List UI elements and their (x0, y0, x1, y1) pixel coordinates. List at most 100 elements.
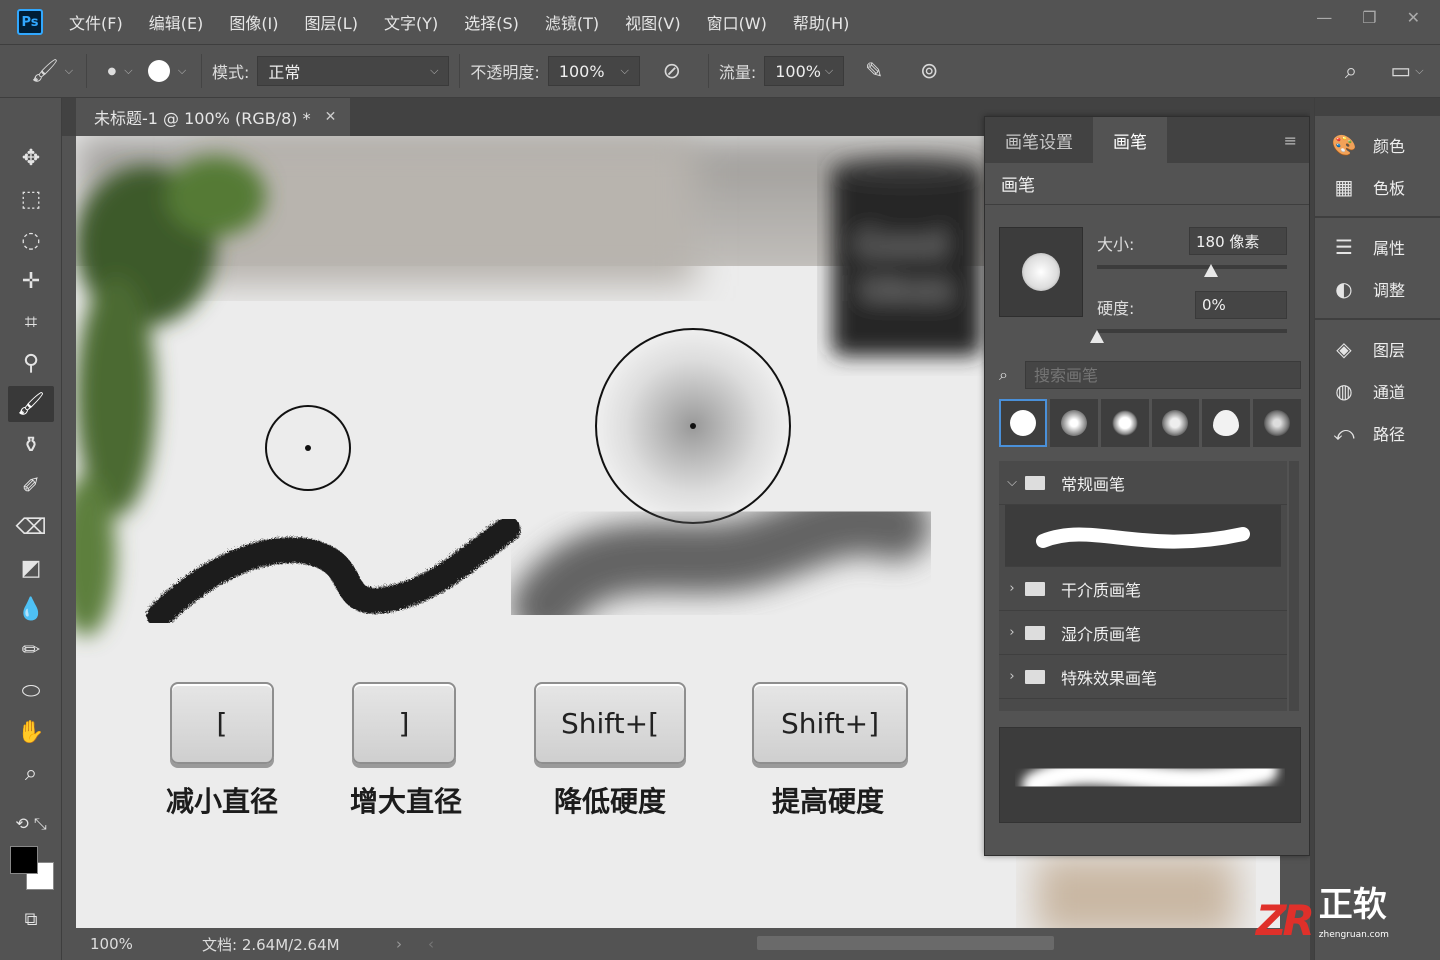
dodge-tool[interactable]: ✏ (8, 632, 54, 668)
tab-brush-settings[interactable]: 画笔设置 (985, 117, 1093, 163)
divider (707, 54, 709, 88)
dock-color[interactable]: 🎨 颜色 (1315, 124, 1440, 166)
close-tab-icon[interactable]: ✕ (325, 109, 337, 125)
brush-tool[interactable]: 🖌 (8, 386, 54, 422)
folder-icon (1025, 625, 1045, 640)
foreground-color[interactable] (10, 846, 38, 874)
menu-file[interactable]: 文件(F) (69, 10, 123, 34)
document-tab[interactable]: 未标题-1 @ 100% (RGB/8) * ✕ (76, 98, 351, 136)
lasso-tool[interactable]: ◌ (8, 222, 54, 258)
chevron-down-icon: ⌵ (177, 64, 187, 77)
brush-panel: 画笔设置 画笔 ≡ 画笔 大小: 180 像素 硬度: 0% ⌕ ⌵ 常规画笔 … (984, 116, 1310, 856)
hand-tool[interactable]: ✋ (8, 714, 54, 750)
pressure-size-button[interactable]: ⊚ (904, 59, 954, 84)
close-icon[interactable]: ✕ (1407, 8, 1420, 27)
pressure-opacity-button[interactable]: ⊘ (646, 59, 698, 84)
status-menu-icon[interactable]: › (396, 935, 402, 953)
brush-stroke-large-preview (999, 727, 1301, 823)
recent-brush-6[interactable] (1253, 399, 1301, 447)
flow-label: 流量: (718, 63, 757, 82)
mode-label: 模式: (212, 63, 250, 82)
key-text: [ (216, 706, 228, 740)
menu-layer[interactable]: 图层(L) (305, 10, 358, 34)
tab-brushes[interactable]: 画笔 (1093, 117, 1167, 163)
tool-preset-picker[interactable]: 🖌 ⌵ (28, 59, 76, 84)
minimize-icon[interactable]: — (1316, 8, 1332, 27)
zoom-tool[interactable]: ⌕ (8, 755, 54, 791)
scroll-left-icon[interactable]: ‹ (428, 935, 434, 953)
blur-tool[interactable]: 💧 (8, 591, 54, 627)
recent-brush-1[interactable] (999, 399, 1047, 447)
hardness-slider-track[interactable] (1097, 329, 1287, 333)
flow-field[interactable]: 100% ⌵ (764, 56, 845, 86)
airbrush-button[interactable]: ✎ (844, 59, 904, 84)
soft-brush-icon: ● (107, 65, 117, 77)
chevron-down-icon: ⌵ (1415, 64, 1424, 77)
dock-channels[interactable]: ◍ 通道 (1315, 370, 1440, 412)
brush-list-scrollbar[interactable] (1289, 461, 1299, 711)
hardness-value: 0% (1202, 296, 1226, 314)
eraser-tool[interactable]: ⌫ (8, 509, 54, 545)
dock-paths[interactable]: ⤺ 路径 (1315, 412, 1440, 454)
zoom-level[interactable]: 100% (62, 935, 142, 953)
brush-tip-picker[interactable]: ⌵ (143, 60, 191, 82)
menu-type[interactable]: 文字(Y) (384, 10, 438, 34)
dock-adjustments[interactable]: ◐ 调整 (1315, 268, 1440, 310)
menu-filter[interactable]: 滤镜(T) (545, 10, 599, 34)
folder-dry-media-brushes[interactable]: › 干介质画笔 (999, 567, 1287, 611)
crop-tool[interactable]: ⌗ (8, 304, 54, 340)
menu-help[interactable]: 帮助(H) (793, 10, 850, 34)
gradient-tool[interactable]: ◩ (8, 550, 54, 586)
history-brush-tool[interactable]: ✐ (8, 468, 54, 504)
menu-select[interactable]: 选择(S) (464, 10, 519, 34)
recent-brush-3[interactable] (1100, 399, 1149, 447)
menu-window[interactable]: 窗口(W) (707, 10, 767, 34)
brush-stroke-preview[interactable] (1005, 505, 1281, 567)
size-field[interactable]: 180 像素 (1189, 227, 1287, 255)
tools-panel: ✥ ⬚ ◌ ✛ ⌗ ⚲ 🖌 ⚱ ✐ ⌫ ◩ 💧 ✏ ⬭ ✋ ⌕ ⟲ ⤡ ⧉ (0, 98, 62, 960)
blend-mode-value: 正常 (268, 63, 301, 82)
paths-icon: ⤺ (1333, 421, 1355, 445)
folder-wet-media-brushes[interactable]: › 湿介质画笔 (999, 611, 1287, 655)
swap-colors-button[interactable]: ⟲ ⤡ (8, 806, 54, 842)
recent-brush-2[interactable] (1049, 399, 1098, 447)
panel-menu-icon[interactable]: ≡ (1284, 131, 1297, 150)
stamp-tool[interactable]: ⚱ (8, 427, 54, 463)
brush-preset-picker[interactable]: ● ⌵ (97, 64, 143, 78)
menu-edit[interactable]: 编辑(E) (149, 10, 204, 34)
workspace-button[interactable]: ▭ ⌵ (1384, 59, 1430, 84)
blend-mode-select[interactable]: 正常 ⌵ (257, 56, 450, 86)
menu-image[interactable]: 图像(I) (229, 10, 278, 34)
brush-tip-dot (1022, 253, 1060, 291)
hardness-field[interactable]: 0% (1195, 291, 1287, 319)
search-button[interactable]: ⌕ (1336, 59, 1366, 84)
size-slider-track[interactable] (1097, 265, 1287, 269)
marquee-tool[interactable]: ⬚ (8, 181, 54, 217)
eyedropper-tool[interactable]: ⚲ (8, 345, 54, 381)
key-text: Shift+[ (560, 706, 660, 740)
lasso-icon: ◌ (21, 227, 41, 253)
decrease-diameter-label: 减小直径 (165, 785, 278, 818)
hardness-slider-handle[interactable] (1090, 330, 1104, 343)
folder-special-effects-brushes[interactable]: › 特殊效果画笔 (999, 655, 1287, 699)
dock-swatches[interactable]: ▦ 色板 (1315, 166, 1440, 208)
screen-mode-button[interactable]: ⧉ (8, 901, 54, 937)
dock-layers[interactable]: ◈ 图层 (1315, 328, 1440, 370)
folder-general-brushes[interactable]: ⌵ 常规画笔 (999, 461, 1287, 505)
horizontal-scrollbar[interactable] (757, 936, 1054, 950)
recent-brush-5[interactable] (1202, 399, 1251, 447)
shape-tool[interactable]: ⬭ (8, 673, 54, 709)
chalk-brush-icon (1264, 410, 1291, 436)
restore-icon[interactable]: ❐ (1362, 8, 1376, 27)
brush-search-input[interactable] (1025, 361, 1301, 389)
dock-properties[interactable]: ☰ 属性 (1315, 226, 1440, 268)
move-tool[interactable]: ✥ (8, 140, 54, 176)
artboard-tool[interactable]: ✛ (8, 263, 54, 299)
opacity-field[interactable]: 100% ⌵ (547, 56, 640, 86)
eyedropper-icon: ⚲ (22, 350, 40, 376)
recent-brush-4[interactable] (1151, 399, 1200, 447)
crop-icon: ⌗ (24, 309, 38, 335)
key-shift-bracket-left: Shift+[ (534, 682, 686, 764)
menu-view[interactable]: 视图(V) (625, 10, 680, 34)
size-slider-handle[interactable] (1204, 264, 1218, 277)
